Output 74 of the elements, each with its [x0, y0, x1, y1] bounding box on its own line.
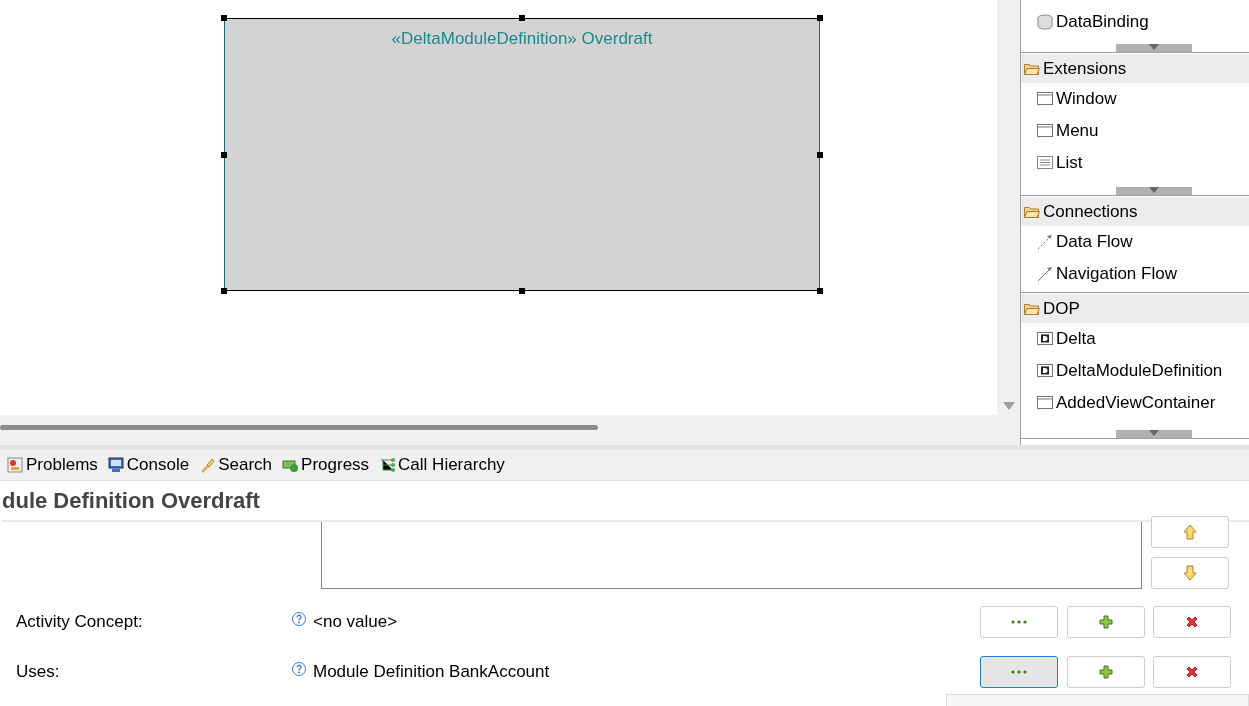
selection-handle[interactable] [221, 15, 227, 21]
plus-icon [1098, 665, 1113, 679]
field-label: Uses: [15, 661, 61, 684]
database-icon [1037, 14, 1053, 30]
close-icon [1185, 665, 1199, 679]
plus-icon [1098, 615, 1113, 629]
chevron-down-icon [1149, 187, 1159, 193]
palette-item[interactable]: DataBinding [1021, 6, 1249, 38]
delete-button[interactable] [1153, 606, 1231, 638]
help-icon [291, 661, 307, 677]
palette-item[interactable]: Delta [1021, 323, 1249, 355]
scrollbar-thumb[interactable] [0, 425, 598, 430]
view-tab[interactable]: Call Hierarchy [379, 452, 505, 478]
arrow-icon [1037, 266, 1053, 282]
close-icon [1185, 615, 1199, 629]
help-icon [291, 611, 307, 627]
delta-icon [1037, 364, 1053, 378]
progress-icon [282, 457, 299, 473]
flashlight-icon [199, 457, 216, 473]
delta-icon [1037, 332, 1053, 346]
browse-button[interactable] [980, 656, 1058, 688]
palette-item[interactable]: DeltaModuleDefinition [1021, 355, 1249, 387]
folder-icon [1024, 62, 1040, 75]
folder-icon [1024, 205, 1040, 218]
field-label: Activity Concept: [15, 611, 144, 634]
view-tab[interactable]: Search [199, 452, 273, 478]
selection-handle[interactable] [817, 15, 823, 21]
palette-drawer-header[interactable]: DOP [1021, 293, 1249, 323]
palette-item[interactable]: AddedViewContainer [1021, 387, 1249, 419]
add-button[interactable] [1066, 606, 1145, 638]
problems-icon [7, 457, 23, 473]
dots-icon [1011, 620, 1027, 624]
view-tab[interactable]: Console [107, 452, 190, 478]
chevron-down-icon [1149, 430, 1159, 436]
palette-item[interactable]: Window [1021, 83, 1249, 115]
palette-item[interactable]: Navigation Flow [1021, 258, 1249, 290]
list-box[interactable] [321, 522, 1142, 589]
scroll-more-button[interactable] [1116, 430, 1192, 438]
view-tab[interactable]: Progress [282, 452, 370, 478]
delete-button[interactable] [1153, 656, 1231, 688]
element-label: «DeltaModuleDefinition» Overdraft [391, 29, 653, 48]
dots-icon [1011, 670, 1027, 674]
hierarchy-icon [379, 457, 396, 473]
move-up-button[interactable] [1150, 516, 1229, 548]
selection-handle[interactable] [221, 151, 227, 158]
palette-item[interactable]: Data Flow [1021, 226, 1249, 258]
move-down-button[interactable] [1150, 556, 1229, 589]
add-button[interactable] [1066, 656, 1145, 688]
selection-handle[interactable] [817, 288, 823, 294]
window-icon [1037, 124, 1053, 138]
browse-button[interactable] [980, 606, 1058, 638]
view-tab[interactable]: Problems [7, 452, 98, 478]
selection-handle[interactable] [519, 288, 525, 294]
palette-drawer-header[interactable]: Connections [1021, 196, 1249, 226]
field-value: <no value> [312, 611, 399, 634]
console-icon [107, 457, 124, 473]
field-value: Module Definition BankAccount [312, 661, 551, 684]
window-icon [1037, 92, 1053, 106]
palette-item[interactable]: Menu [1021, 115, 1249, 147]
up-arrow-icon [1182, 524, 1197, 540]
folder-icon [1024, 302, 1040, 315]
selection-handle[interactable] [221, 288, 227, 294]
scroll-more-button[interactable] [1116, 44, 1192, 52]
window-icon [1037, 396, 1053, 410]
scroll-down-icon [1002, 402, 1015, 410]
selection-handle[interactable] [817, 151, 823, 158]
palette-item[interactable]: List [1021, 147, 1249, 179]
palette-drawer-header[interactable]: Extensions [1021, 53, 1249, 83]
down-arrow-icon [1182, 564, 1197, 581]
scroll-more-button[interactable] [1116, 187, 1192, 195]
chevron-down-icon [1149, 44, 1159, 50]
dashed-arrow-icon [1037, 234, 1053, 250]
selection-handle[interactable] [519, 15, 525, 21]
list-icon [1037, 156, 1053, 170]
